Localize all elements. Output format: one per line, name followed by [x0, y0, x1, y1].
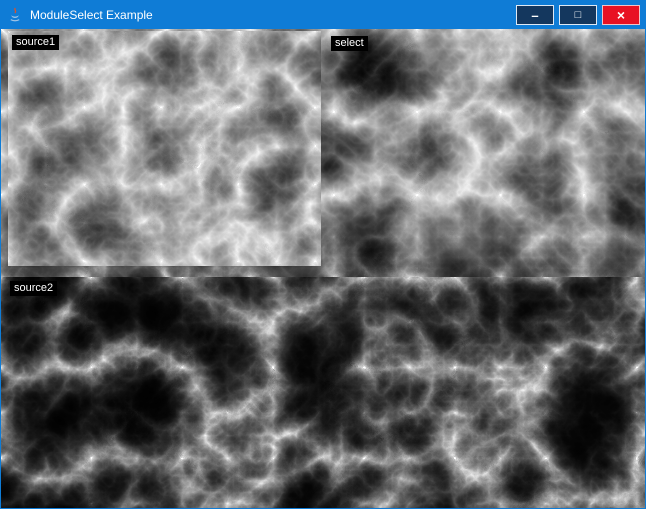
source2-noise-svg	[1, 277, 645, 508]
java-coffee-cup-icon-svg	[7, 7, 23, 23]
window-controls: – □ ×	[516, 5, 640, 25]
source1-noise-svg	[8, 31, 321, 266]
maximize-button[interactable]: □	[559, 5, 597, 25]
app-window: ModuleSelect Example – □ ×	[0, 0, 646, 509]
close-button[interactable]: ×	[602, 5, 640, 25]
canvas-area: source1 select source2	[1, 29, 645, 508]
source2-noise-image	[1, 277, 645, 508]
select-label: select	[331, 36, 368, 51]
source1-label: source1	[12, 35, 59, 50]
minimize-button[interactable]: –	[516, 5, 554, 25]
window-title: ModuleSelect Example	[30, 8, 153, 22]
java-coffee-cup-icon	[7, 7, 23, 23]
source1-noise-image	[8, 31, 321, 266]
source2-label: source2	[10, 281, 57, 296]
titlebar[interactable]: ModuleSelect Example – □ ×	[1, 1, 645, 29]
